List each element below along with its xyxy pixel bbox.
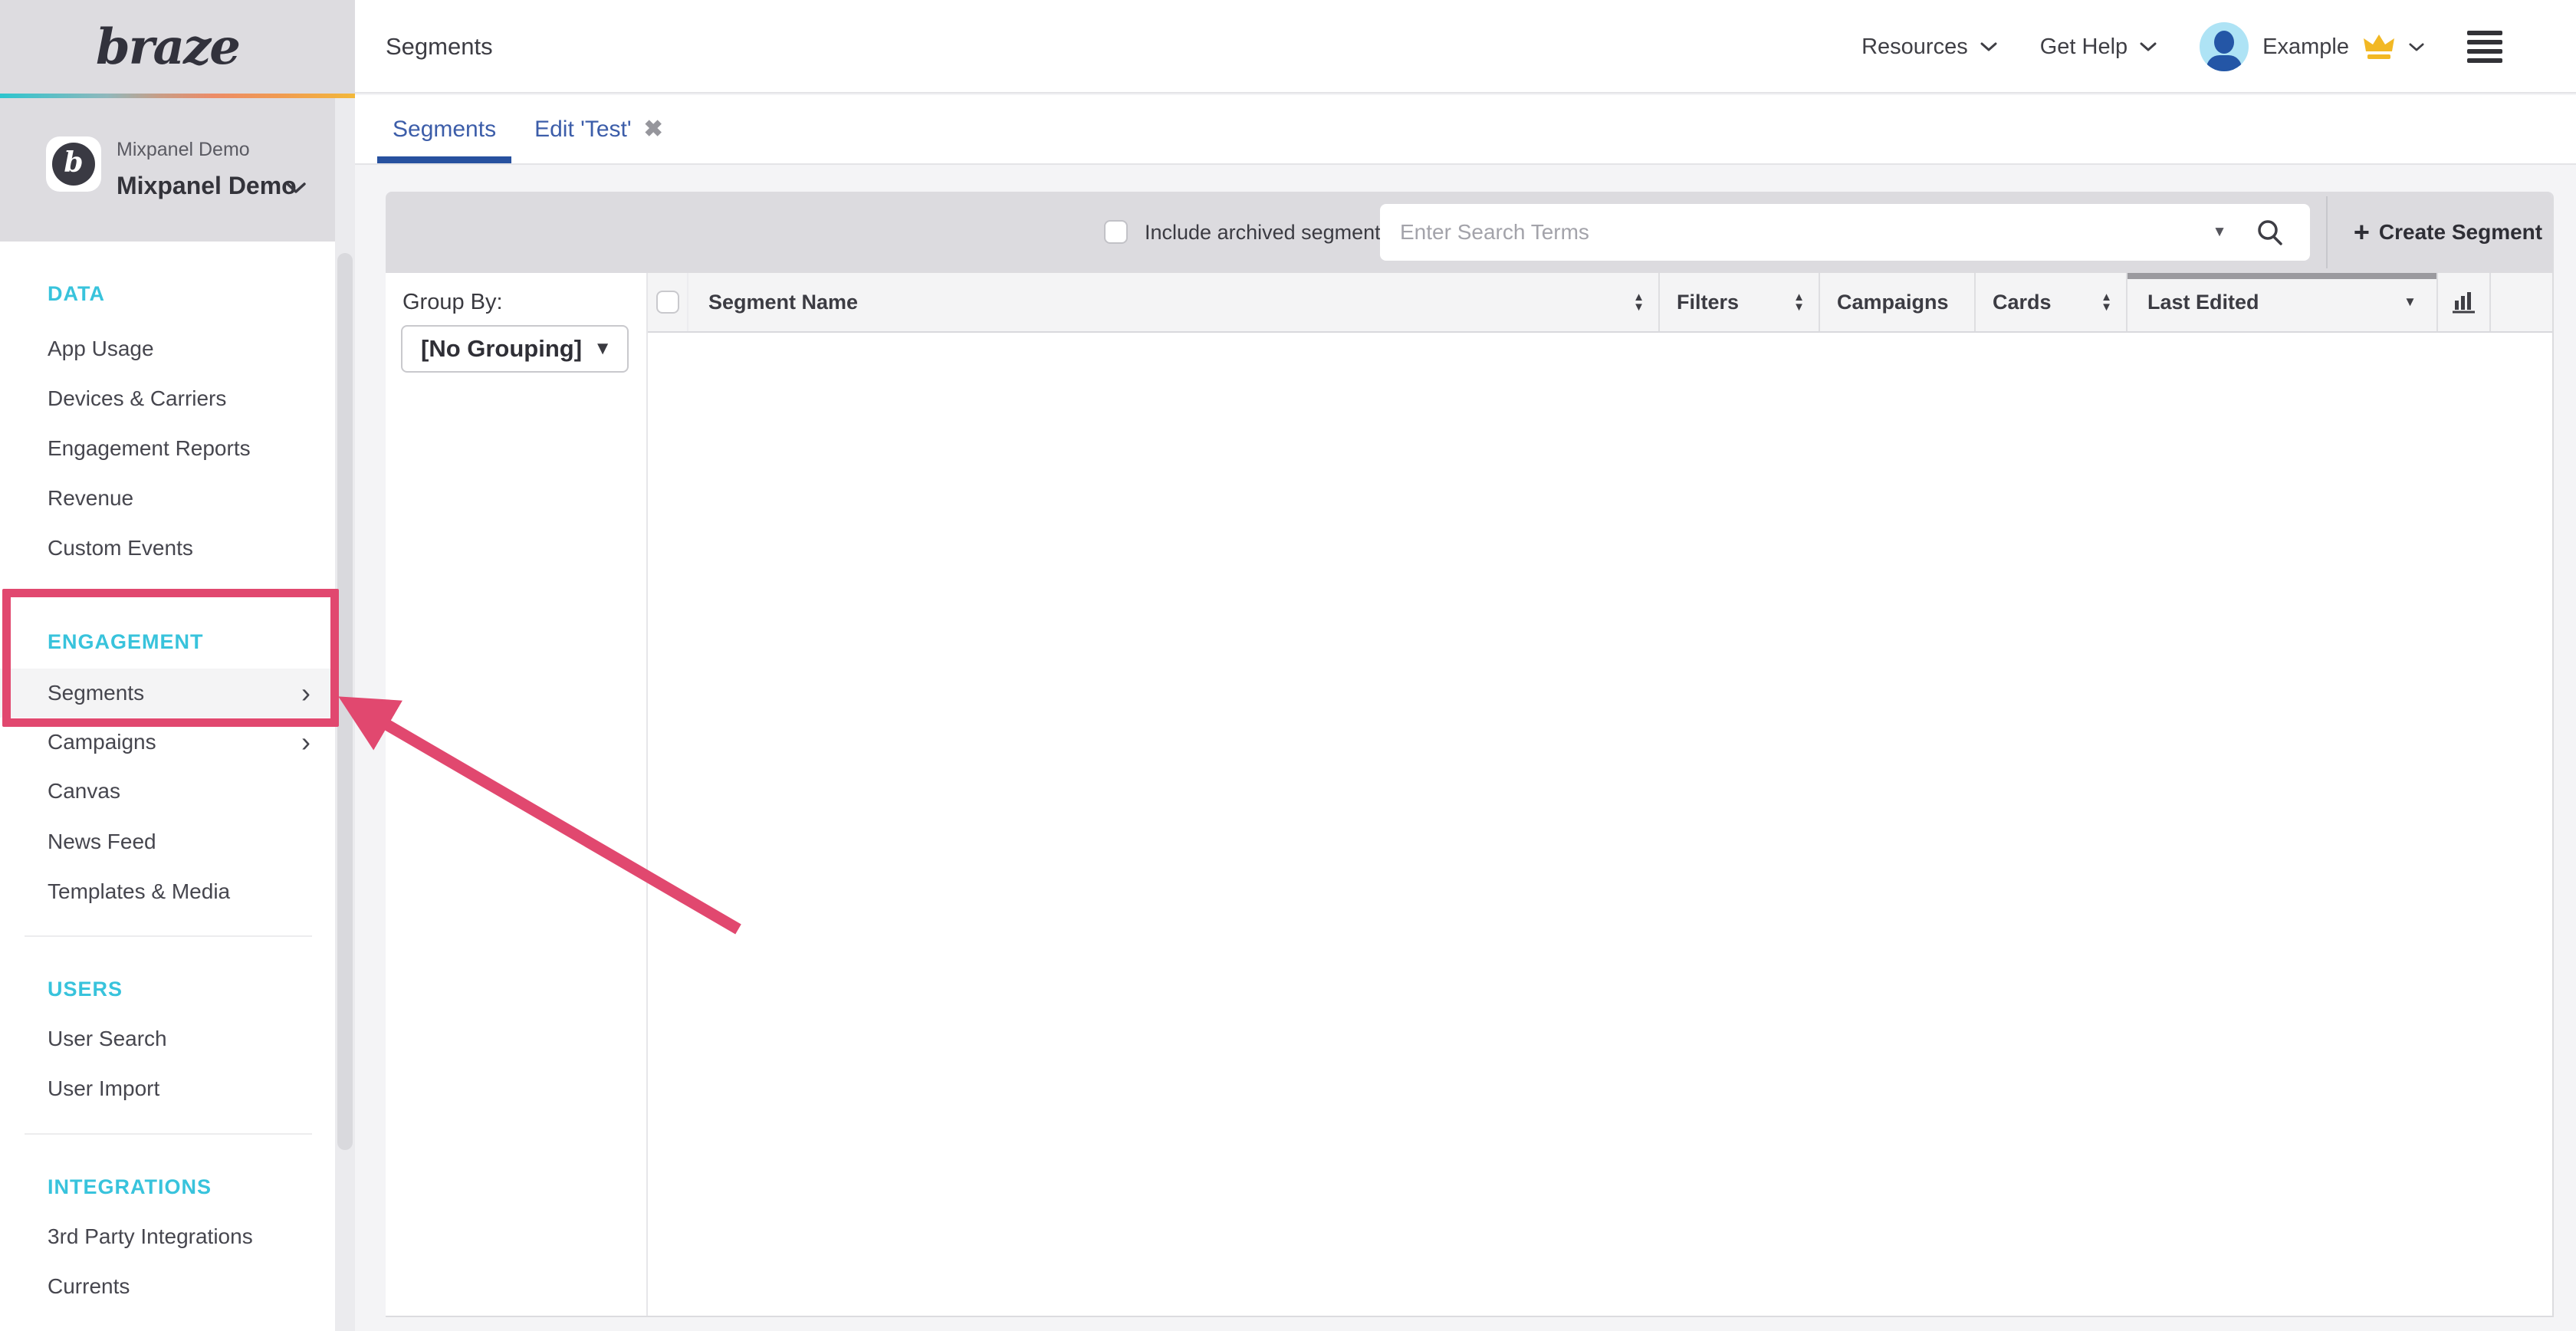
toolbar-divider	[2326, 196, 2328, 268]
workspace-switcher[interactable]: b Mixpanel Demo Mixpanel Demo	[0, 98, 355, 242]
column-header-cards[interactable]: Cards ▲▼	[1974, 273, 2126, 331]
chevron-right-icon: ›	[301, 669, 310, 718]
braze-dashboard: braze b Mixpanel Demo Mixpanel Demo DATA…	[0, 0, 2576, 1331]
sidebar-section-integrations: INTEGRATIONS	[0, 1162, 335, 1211]
get-help-menu[interactable]: Get Help	[2040, 35, 2157, 60]
chevron-down-icon	[2409, 42, 2424, 52]
segments-content: Group By: [No Grouping] ▼ Segment Name ▲…	[386, 273, 2552, 1317]
column-header-filters[interactable]: Filters ▲▼	[1658, 273, 1819, 331]
column-label: Cards	[1993, 291, 2052, 314]
plus-icon: +	[2354, 219, 2370, 246]
caret-down-icon: ▼	[593, 327, 612, 371]
sidebar-item-user-import[interactable]: User Import	[0, 1064, 335, 1113]
crown-icon	[2363, 33, 2395, 61]
search-dropdown-caret-icon[interactable]: ▼	[2204, 204, 2235, 261]
table-header-row: Segment Name ▲▼ Filters ▲▼ Campaigns	[648, 273, 2552, 333]
workspace-icon: b	[46, 136, 101, 192]
column-label: Segment Name	[708, 291, 858, 314]
workspace-initial: b	[52, 143, 95, 186]
sidebar-scrollbar-thumb[interactable]	[337, 253, 353, 1150]
column-header-last-edited[interactable]: Last Edited ▼	[2126, 273, 2436, 331]
column-label: Filters	[1677, 291, 1739, 314]
include-archived-label: Include archived segments	[1145, 192, 1391, 273]
top-bar: Segments Resources Get Help Example	[355, 0, 2576, 94]
user-menu[interactable]: Example	[2200, 22, 2424, 71]
group-by-panel: Group By: [No Grouping] ▼	[386, 273, 648, 1317]
select-all-cell	[648, 273, 687, 331]
sidebar-item-3rd-party-integrations[interactable]: 3rd Party Integrations	[0, 1212, 335, 1261]
segments-toolbar: Include archived segments ▼ + Create Seg…	[386, 192, 2552, 273]
sidebar: DATA App Usage Devices & Carriers Engage…	[0, 242, 335, 1331]
top-bar-controls: Resources Get Help Example	[1861, 0, 2502, 94]
segments-table: Segment Name ▲▼ Filters ▲▼ Campaigns	[648, 273, 2552, 1317]
sidebar-section-users: USERS	[0, 965, 335, 1014]
resources-menu[interactable]: Resources	[1861, 35, 1997, 60]
sidebar-item-currents[interactable]: Currents	[0, 1262, 335, 1311]
hamburger-menu-icon[interactable]	[2467, 26, 2502, 67]
sidebar-item-label: Campaigns	[48, 730, 156, 754]
tab-edit-test[interactable]: Edit 'Test' ✖	[519, 95, 678, 163]
chevron-down-icon	[285, 181, 307, 195]
sidebar-divider	[25, 935, 312, 937]
segments-panel: Include archived segments ▼ + Create Seg…	[386, 192, 2554, 1317]
sidebar-item-campaigns[interactable]: Campaigns ›	[0, 718, 335, 767]
sidebar-item-canvas[interactable]: Canvas	[0, 767, 335, 816]
bar-chart-icon	[2451, 290, 2477, 314]
table-body-empty	[648, 333, 2552, 1317]
chevron-right-icon: ›	[301, 718, 310, 767]
search-icon[interactable]	[2255, 217, 2285, 248]
chevron-down-icon	[2140, 41, 2157, 52]
search-input[interactable]	[1380, 204, 2310, 261]
tabs-bar: Segments Edit 'Test' ✖	[355, 95, 2576, 165]
column-header-segment-name[interactable]: Segment Name ▲▼	[687, 273, 1658, 331]
user-name: Example	[2262, 35, 2349, 60]
get-help-label: Get Help	[2040, 35, 2128, 60]
sidebar-item-engagement-reports[interactable]: Engagement Reports	[0, 424, 335, 473]
user-avatar	[2200, 22, 2249, 71]
workspace-name: Mixpanel Demo	[117, 172, 297, 200]
avatar-body	[2206, 55, 2242, 71]
braze-logo[interactable]: braze	[96, 18, 259, 76]
sort-icon[interactable]: ▲▼	[2101, 292, 2112, 312]
sidebar-item-label: Segments	[48, 681, 144, 705]
sidebar-item-revenue[interactable]: Revenue	[0, 474, 335, 523]
column-label: Last Edited	[2147, 291, 2259, 314]
create-segment-button[interactable]: + Create Segment	[2342, 192, 2554, 273]
create-segment-label: Create Segment	[2379, 220, 2542, 245]
column-label: Campaigns	[1837, 291, 1949, 314]
sidebar-section-engagement: ENGAGEMENT	[0, 617, 335, 666]
workspace-app-label: Mixpanel Demo	[117, 139, 250, 161]
avatar-head	[2214, 31, 2234, 54]
select-all-checkbox[interactable]	[656, 291, 679, 314]
chevron-down-icon	[1980, 41, 1997, 52]
group-by-select[interactable]: [No Grouping] ▼	[401, 325, 629, 373]
sort-icon[interactable]: ▲▼	[1633, 292, 1644, 312]
sort-icon[interactable]: ▲▼	[1793, 292, 1805, 312]
sidebar-header: braze	[0, 0, 355, 94]
column-header-analytics[interactable]	[2436, 273, 2489, 331]
page-title: Segments	[386, 0, 493, 94]
group-by-label: Group By:	[402, 290, 503, 315]
tab-label: Edit 'Test'	[534, 117, 632, 143]
sidebar-item-segments[interactable]: Segments ›	[0, 669, 335, 718]
include-archived-checkbox[interactable]	[1104, 220, 1128, 244]
sidebar-item-user-search[interactable]: User Search	[0, 1014, 335, 1063]
close-icon[interactable]: ✖	[644, 116, 663, 143]
table-header-filler	[2489, 273, 2552, 331]
sidebar-item-templates-media[interactable]: Templates & Media	[0, 867, 335, 916]
sidebar-item-devices-carriers[interactable]: Devices & Carriers	[0, 374, 335, 423]
resources-label: Resources	[1861, 35, 1968, 60]
column-header-campaigns[interactable]: Campaigns	[1819, 273, 1974, 331]
tab-segments[interactable]: Segments	[377, 95, 511, 163]
sidebar-section-data: DATA	[0, 269, 335, 318]
sort-desc-icon: ▼	[2404, 294, 2417, 310]
group-by-value: [No Grouping]	[421, 327, 582, 371]
sidebar-item-custom-events[interactable]: Custom Events	[0, 524, 335, 573]
tab-label: Segments	[393, 117, 496, 143]
sidebar-item-news-feed[interactable]: News Feed	[0, 817, 335, 866]
sidebar-item-app-usage[interactable]: App Usage	[0, 324, 335, 373]
sidebar-divider	[25, 1133, 312, 1135]
